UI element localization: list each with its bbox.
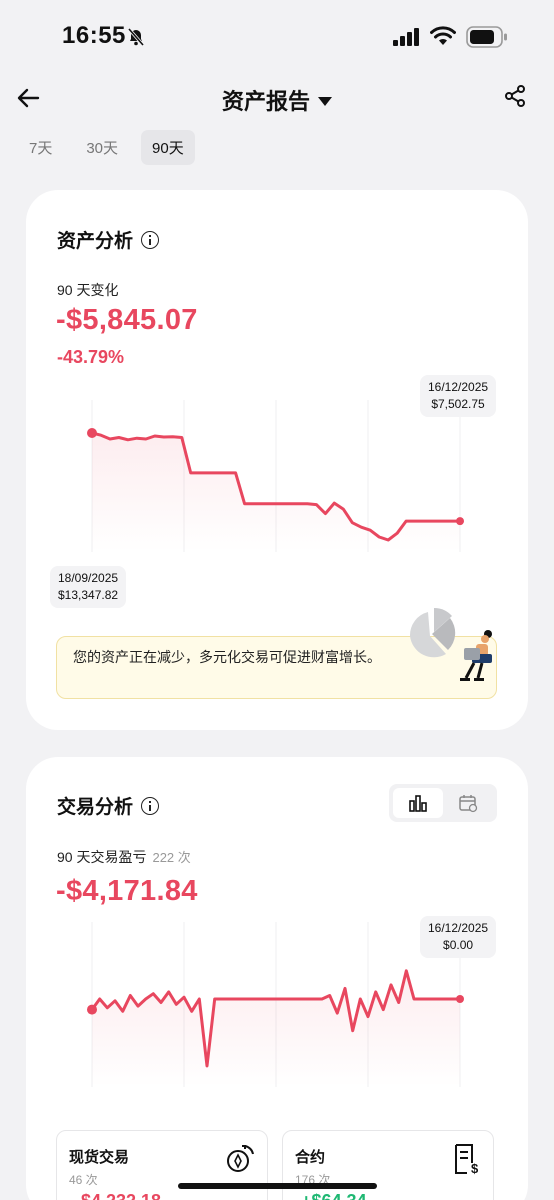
caret-down-icon: [318, 96, 332, 106]
bell-muted-icon: [127, 27, 145, 47]
status-bar: 16:55: [0, 0, 554, 70]
spot-title: 现货交易: [69, 1149, 130, 1166]
asset-end-point: [456, 517, 464, 526]
home-indicator: [178, 1183, 377, 1189]
tab-30-days[interactable]: 30天: [75, 130, 129, 165]
asset-analysis-card: 资产分析 90 天变化 -$5,845.07 -43.79% 16/12/202…: [26, 190, 528, 730]
status-time: 16:55: [62, 22, 126, 49]
battery-icon: [466, 26, 507, 48]
spot-count: 46 次: [69, 1173, 98, 1187]
signal-icon: [393, 28, 419, 46]
wifi-icon: [430, 26, 456, 45]
tab-90-days[interactable]: 90天: [141, 130, 195, 165]
end-value-tooltip: 16/12/2025 $7,502.75: [420, 375, 497, 417]
end-value: $7,502.75: [431, 397, 485, 411]
contract-trading-card[interactable]: 合约 176 次 +$64.34 $: [282, 1130, 494, 1200]
person-chart-illustration: [409, 607, 492, 681]
pnl-end-date: 16/12/2025: [428, 921, 489, 935]
pnl-end-tooltip: 16/12/2025 $0.00: [420, 916, 497, 958]
pnl-end-point: [456, 995, 464, 1003]
svg-text:$: $: [471, 1161, 479, 1175]
nav-header: 资产报告: [0, 78, 554, 118]
pnl-start-point: [87, 1004, 97, 1015]
end-date: 16/12/2025: [428, 380, 489, 394]
start-value-tooltip: 18/09/2025 $13,347.82: [50, 566, 127, 608]
period-tabs: 7天 30天 90天: [18, 130, 195, 165]
start-date: 18/09/2025: [58, 571, 119, 585]
notice-text: 您的资产正在减少，多元化交易可促进财富增长。: [73, 649, 381, 665]
spot-pnl-value: -$4,232.18: [75, 1191, 161, 1200]
contract-document-icon: $: [455, 1144, 479, 1175]
contract-pnl-value: +$64.34: [301, 1191, 367, 1200]
page-title: 资产报告: [221, 89, 310, 114]
tab-7-days[interactable]: 7天: [18, 130, 63, 165]
spot-trading-card[interactable]: 现货交易 46 次 -$4,232.18: [56, 1130, 268, 1200]
pnl-end-value: $0.00: [443, 938, 474, 952]
start-value: $13,347.82: [58, 588, 119, 602]
trade-analysis-card: 交易分析 90 天交易盈亏 222 次 -$4,171.84 16/12/2025: [26, 757, 528, 1200]
asset-start-point: [87, 428, 97, 438]
spot-exchange-icon: [227, 1145, 254, 1172]
page-title-dropdown[interactable]: 资产报告: [0, 84, 554, 116]
contract-title: 合约: [295, 1149, 326, 1166]
share-icon[interactable]: [503, 84, 527, 108]
